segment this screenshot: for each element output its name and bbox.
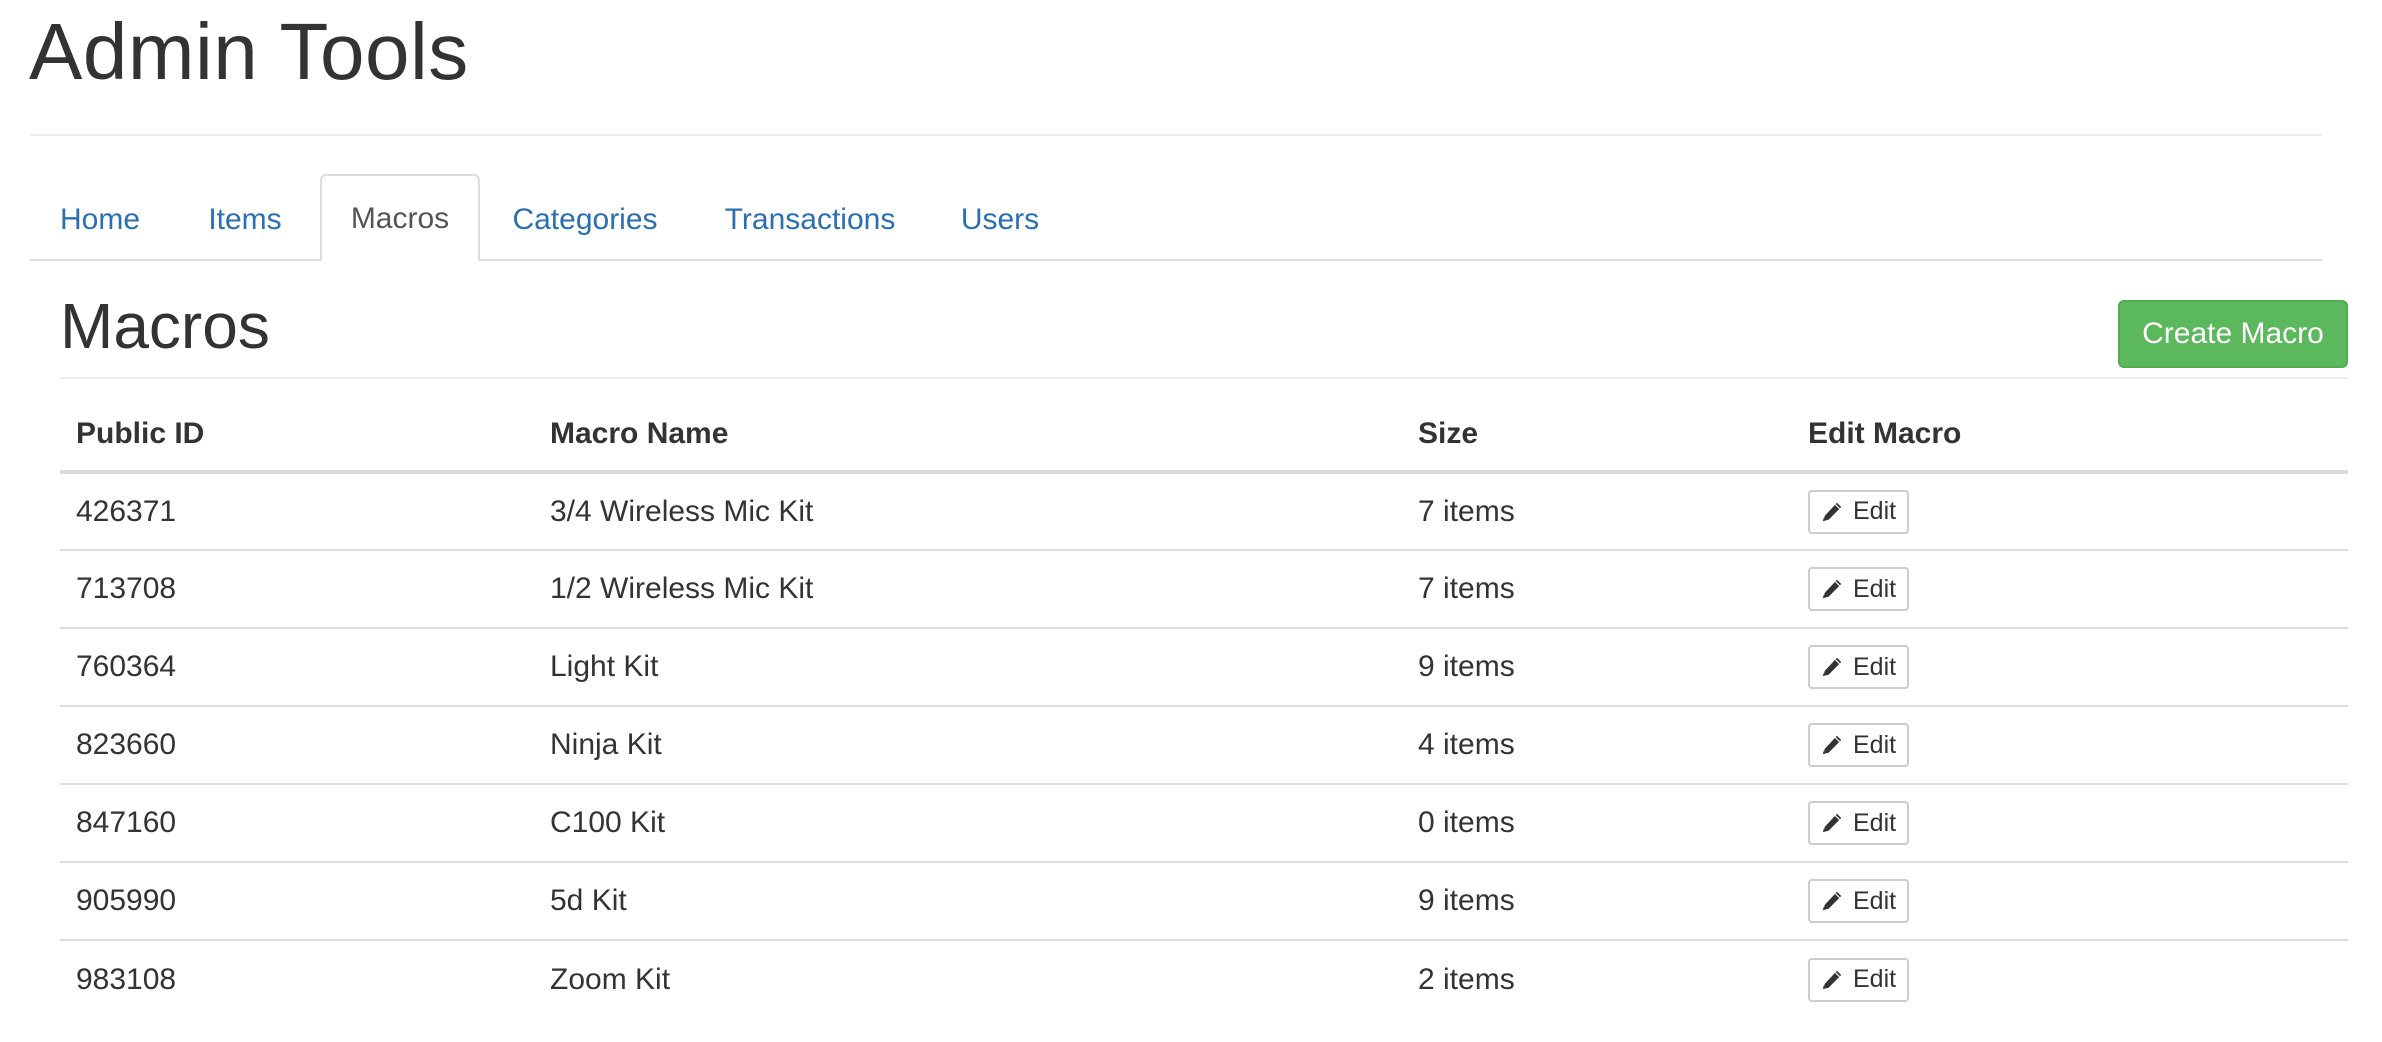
create-macro-button[interactable]: Create Macro (2118, 300, 2348, 368)
cell-macro-name: Ninja Kit (534, 706, 1402, 785)
edit-macro-button[interactable]: Edit (1808, 489, 1910, 534)
tab-categories[interactable]: Categories (480, 176, 690, 261)
page-title: Admin Tools (29, 7, 469, 96)
pencil-icon (1821, 812, 1853, 834)
section-divider (60, 377, 2348, 379)
cell-edit: Edit (1792, 472, 2348, 551)
table-header-row: Public ID Macro Name Size Edit Macro (60, 397, 2348, 474)
cell-size: 4 items (1402, 706, 1792, 785)
edit-macro-button[interactable]: Edit (1808, 957, 1910, 1002)
header-divider (30, 134, 2322, 136)
cell-public-id: 823660 (60, 706, 534, 785)
cell-public-id: 426371 (60, 472, 534, 551)
pencil-icon (1821, 734, 1853, 756)
table-row: 905990 5d Kit 9 items Edit (60, 862, 2348, 941)
table-row: 983108 Zoom Kit 2 items Edit (60, 940, 2348, 1018)
pencil-icon (1821, 656, 1853, 678)
cell-size: 7 items (1402, 472, 1792, 551)
cell-public-id: 760364 (60, 628, 534, 707)
edit-macro-button[interactable]: Edit (1808, 567, 1910, 611)
cell-macro-name: C100 Kit (534, 784, 1402, 863)
table-row: 760364 Light Kit 9 items Edit (60, 628, 2348, 707)
pencil-icon (1821, 890, 1853, 912)
edit-macro-button[interactable]: Edit (1808, 723, 1910, 767)
macros-table: Public ID Macro Name Size Edit Macro 426… (60, 397, 2348, 1018)
section-title: Macros (60, 290, 270, 362)
cell-edit: Edit (1792, 706, 2348, 785)
cell-public-id: 905990 (60, 862, 534, 941)
cell-edit: Edit (1792, 940, 2348, 1018)
edit-button-label: Edit (1853, 965, 1897, 993)
cell-edit: Edit (1792, 862, 2348, 941)
edit-button-label: Edit (1853, 497, 1897, 525)
cell-size: 2 items (1418, 962, 1515, 996)
edit-button-label: Edit (1853, 886, 1897, 915)
cell-size: 9 items (1402, 862, 1792, 941)
edit-macro-button[interactable]: Edit (1808, 879, 1910, 923)
tab-transactions[interactable]: Transactions (690, 176, 930, 261)
edit-button-label: Edit (1853, 652, 1897, 681)
cell-macro-name: Light Kit (534, 628, 1402, 707)
table-row: 847160 C100 Kit 0 items Edit (60, 784, 2348, 863)
cell-macro-name: Zoom Kit (550, 962, 671, 996)
tab-items[interactable]: Items (170, 176, 320, 261)
tab-macros[interactable]: Macros (320, 174, 480, 261)
edit-button-label: Edit (1853, 730, 1897, 759)
cell-macro-name: 1/2 Wireless Mic Kit (534, 550, 1402, 629)
column-header-public-id: Public ID (60, 397, 534, 474)
cell-size: 7 items (1402, 550, 1792, 629)
edit-button-label: Edit (1853, 808, 1897, 837)
column-header-edit-macro: Edit Macro (1792, 397, 2348, 474)
cell-macro-name: 5d Kit (534, 862, 1402, 941)
column-header-size: Size (1402, 397, 1792, 474)
column-header-macro-name: Macro Name (534, 397, 1402, 474)
cell-macro-name: 3/4 Wireless Mic Kit (534, 472, 1402, 551)
table-row: 713708 1/2 Wireless Mic Kit 7 items Edit (60, 550, 2348, 629)
cell-size: 9 items (1402, 628, 1792, 707)
cell-public-id: 847160 (60, 784, 534, 863)
table-row: 823660 Ninja Kit 4 items Edit (60, 706, 2348, 785)
cell-size: 0 items (1402, 784, 1792, 863)
cell-public-id: 983108 (76, 962, 177, 996)
tab-home[interactable]: Home (30, 176, 170, 261)
pencil-icon (1821, 501, 1853, 523)
cell-edit: Edit (1792, 550, 2348, 629)
cell-edit: Edit (1792, 784, 2348, 863)
edit-macro-button[interactable]: Edit (1808, 645, 1910, 689)
edit-button-label: Edit (1853, 574, 1897, 603)
table-body: 426371 3/4 Wireless Mic Kit 7 items Edit 713… (60, 472, 2348, 1018)
cell-public-id: 713708 (60, 550, 534, 629)
nav-tabs: Home Items Macros Categories Transaction… (30, 174, 2322, 261)
edit-macro-button[interactable]: Edit (1808, 801, 1910, 845)
tab-users[interactable]: Users (930, 176, 1070, 261)
pencil-icon (1821, 578, 1853, 600)
cell-edit: Edit (1792, 628, 2348, 707)
table-row: 426371 3/4 Wireless Mic Kit 7 items Edit (60, 472, 2348, 551)
pencil-icon (1821, 969, 1853, 991)
